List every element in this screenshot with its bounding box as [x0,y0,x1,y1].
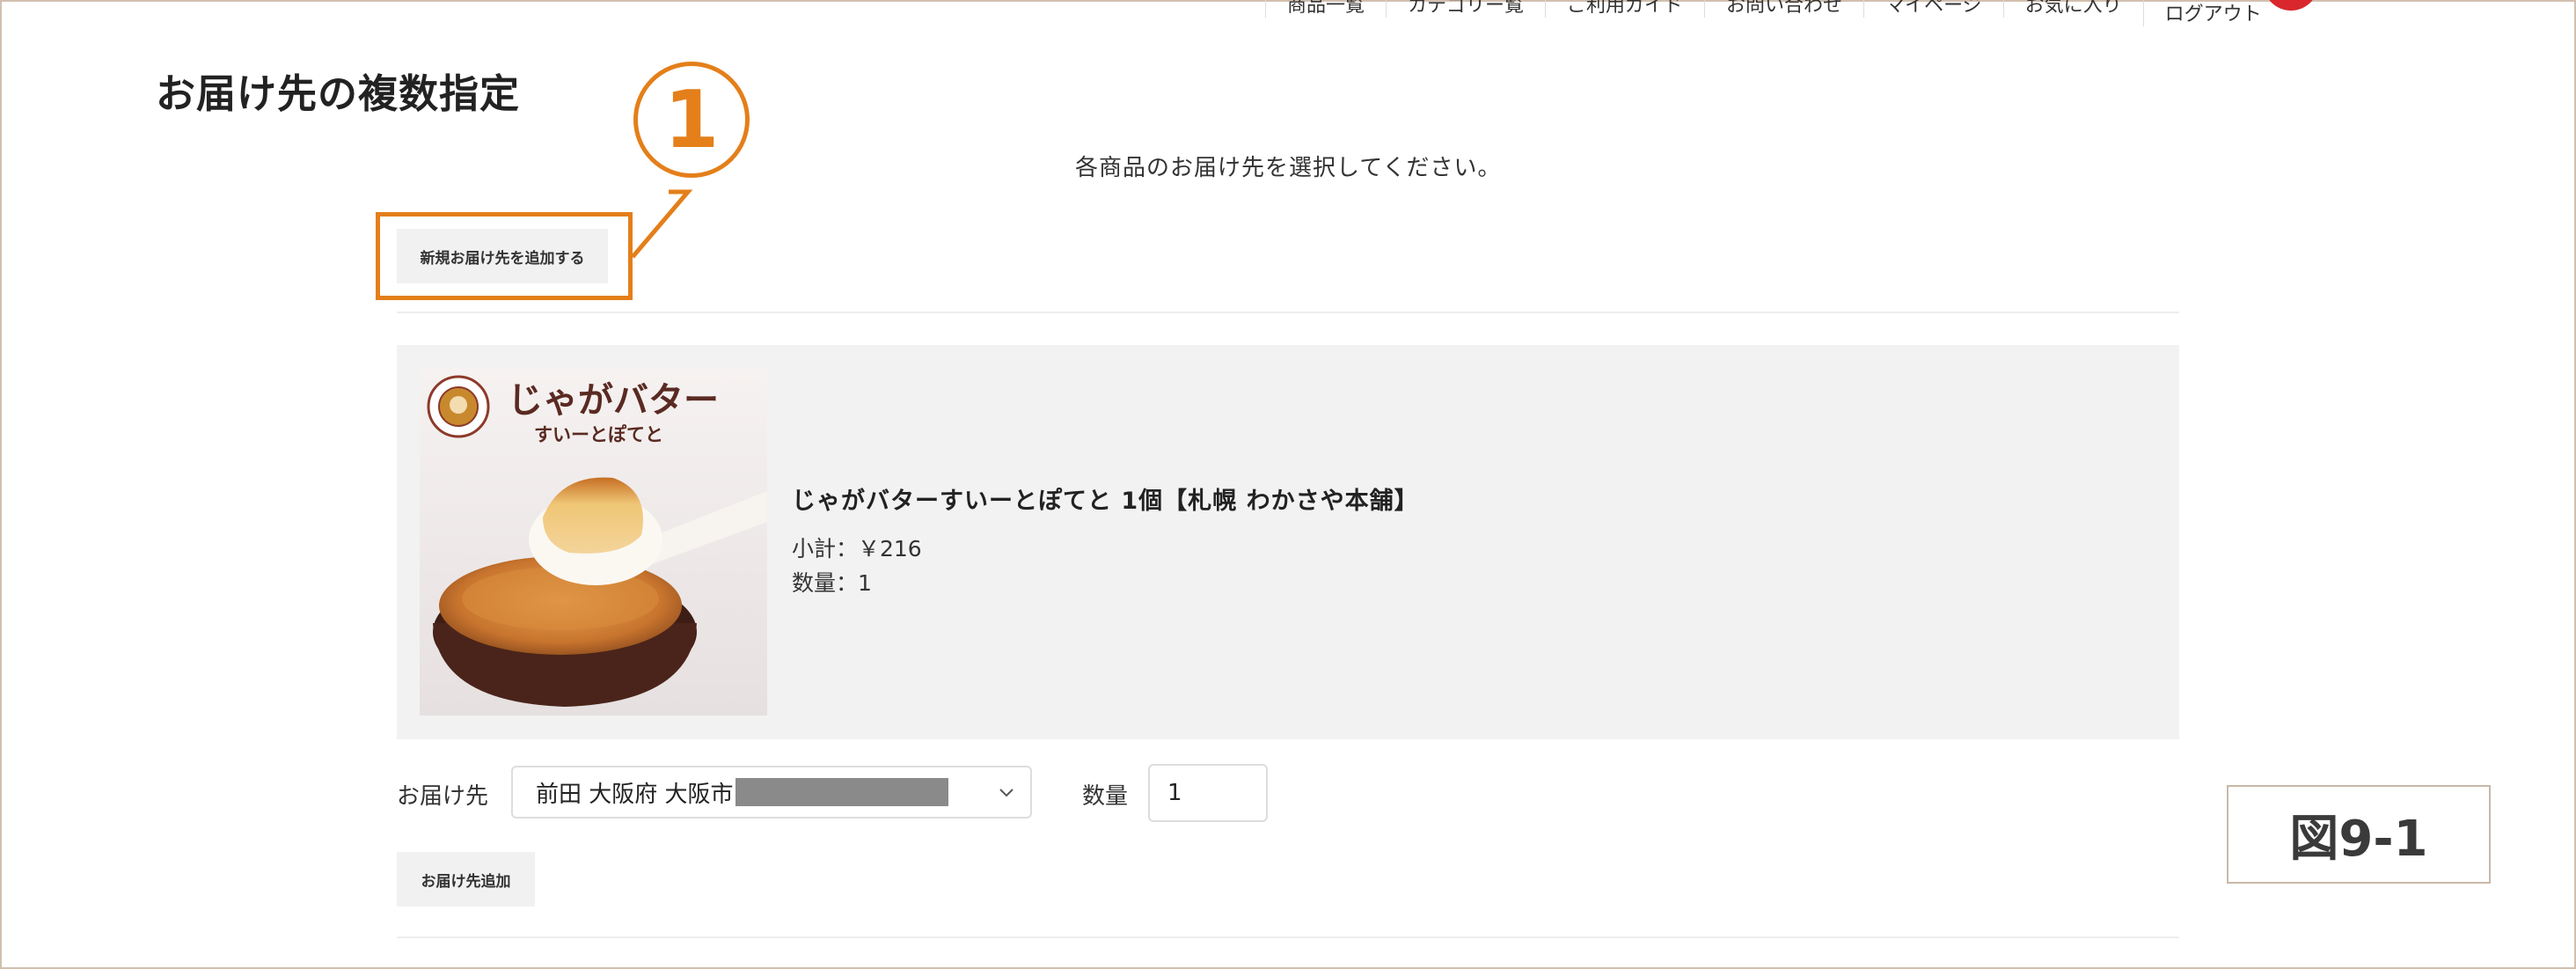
product-subtotal: 小計：￥216 [792,536,922,562]
product-quantity: 数量：1 [792,570,872,596]
quantity-label: 数量 [1082,783,1129,810]
divider [397,312,2179,313]
image-title: じゃがバター [508,380,719,421]
divider [397,936,2179,938]
add-new-address-button[interactable]: 新規お届け先を追加する [397,229,608,283]
delivery-address-select[interactable]: 前田 大阪府 大阪市 [511,766,1032,819]
redacted-address [735,778,948,806]
delivery-address-label: お届け先 [397,783,489,810]
product-name: じゃがバターすいーとぽてと 1個【札幌 わかさや本舗】 [792,488,1419,515]
chevron-down-icon [999,789,1014,797]
figure-label: 図9-1 [2227,785,2491,884]
selected-address: 前田 大阪府 大阪市 [536,781,734,808]
image-subtitle: すいーとぽてと [534,424,663,445]
product-image: じゃがバター すいーとぽてと [420,368,767,716]
callout-number: 1 [633,62,750,178]
product-card: じゃがバター すいーとぽてと じゃがバターすいーとぽてと 1個【札幌 わかさや本… [397,345,2179,739]
add-delivery-button[interactable]: お届け先追加 [397,852,535,907]
quantity-input[interactable] [1148,764,1268,822]
product-photo: じゃがバター すいーとぽてと [420,368,767,716]
